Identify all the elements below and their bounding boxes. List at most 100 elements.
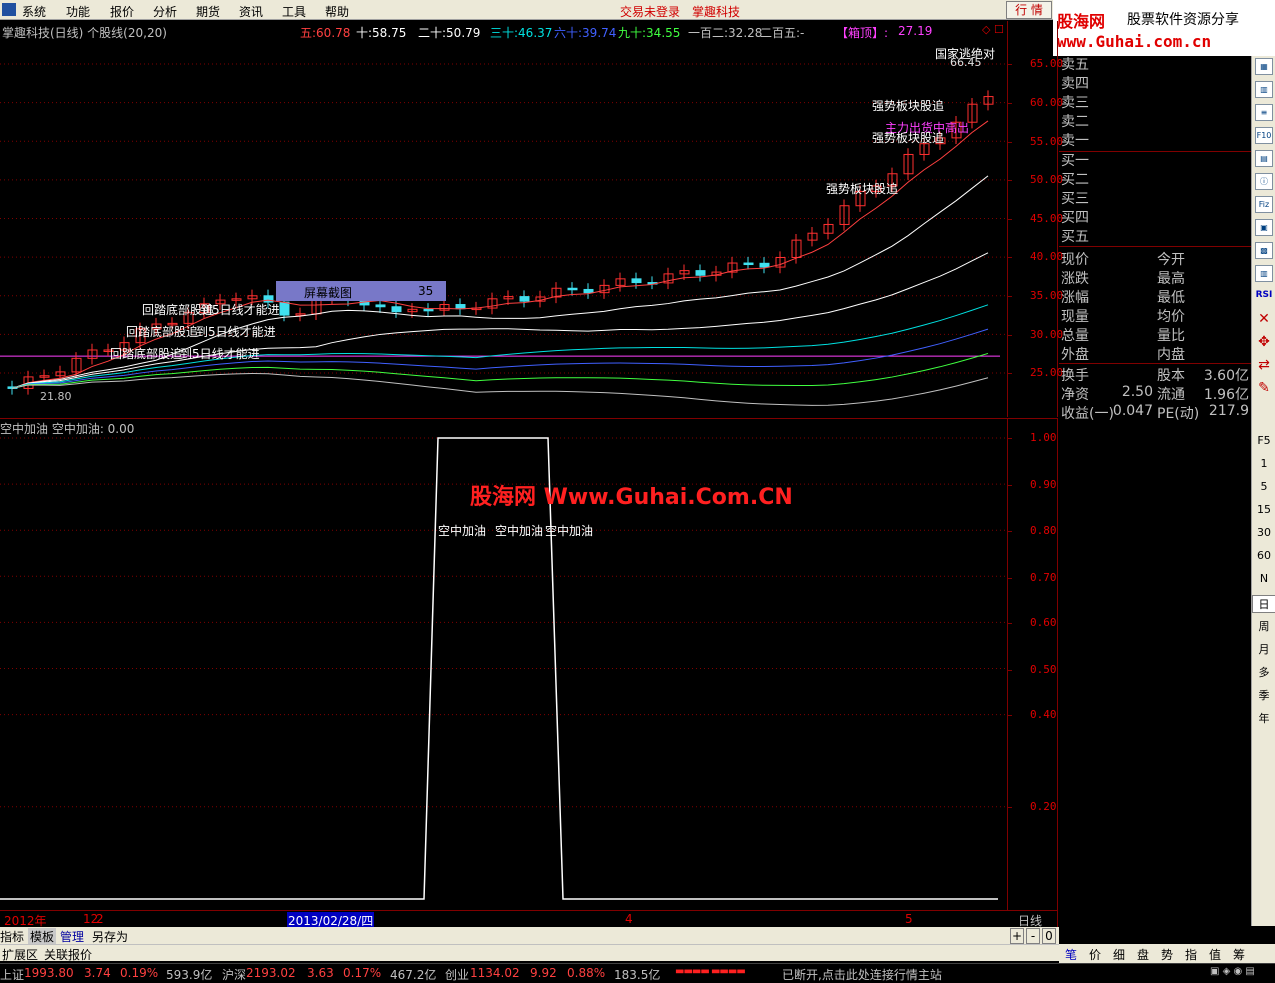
grid-icon[interactable]: ▩ xyxy=(1255,242,1273,259)
period-button-9[interactable]: 月 xyxy=(1252,641,1275,657)
period-button-0[interactable]: F5 xyxy=(1252,434,1275,447)
period-button-6[interactable]: N xyxy=(1252,572,1275,585)
period-button-11[interactable]: 季 xyxy=(1252,687,1275,703)
menu-tools[interactable]: 工具 xyxy=(282,3,306,20)
related-quote-tab[interactable]: 关联报价 xyxy=(44,946,92,963)
info-icon[interactable]: ⓘ xyxy=(1255,173,1273,190)
list-icon[interactable]: ≡ xyxy=(1255,104,1273,121)
annotation-ma5-2: 到5日线才能进 xyxy=(196,325,276,339)
detail-tab-2[interactable]: 细 xyxy=(1113,946,1125,963)
detail-tab-3[interactable]: 盘 xyxy=(1137,946,1149,963)
chart-icon[interactable]: ▦ xyxy=(1255,58,1273,75)
detail-tab-0[interactable]: 笔 xyxy=(1065,946,1077,963)
status-icons: ▣ ◈ ◉ ▤ xyxy=(1210,966,1255,977)
trade-login-status[interactable]: 交易未登录 xyxy=(620,3,680,20)
order-bid-3: 买三 xyxy=(1061,191,1089,207)
exchange-icon[interactable]: ⇄ xyxy=(1252,357,1275,373)
menu-futures[interactable]: 期货 xyxy=(196,3,220,20)
quote-label: 最低 xyxy=(1157,290,1185,306)
screenshot-tooltip-label: 屏幕截图 xyxy=(304,286,353,300)
quote-label: 股本 xyxy=(1157,368,1185,384)
right-toolbar: ▦ ▥ ≡ F10 ▤ ⓘ Fiz ▣ ▩ ▥ RSI ✕ ✥ ⇄ ✎ F5 1 5 15 30 60 N 日周月多季年 xyxy=(1251,56,1275,926)
period-button-2[interactable]: 5 xyxy=(1252,480,1275,493)
ext-area-tab[interactable]: 扩展区 xyxy=(2,946,38,963)
sz-index-label: 沪深 xyxy=(222,968,247,982)
logo-slogan: 股票软件资源分享 xyxy=(1127,12,1239,28)
indicator-axis: 1.00 0.90 0.80 0.70 0.60 0.50 0.40 0.20 xyxy=(1008,418,1058,910)
detail-tab-6[interactable]: 值 xyxy=(1209,946,1221,963)
menu-quote[interactable]: 报价 xyxy=(110,3,134,20)
detail-tab-4[interactable]: 势 xyxy=(1161,946,1173,963)
order-bid-1: 买一 xyxy=(1061,153,1089,169)
sh-index-price: 1993.80 xyxy=(24,966,74,980)
screen-icon[interactable]: ▣ xyxy=(1255,219,1273,236)
indicator-chart[interactable]: 空中加油 空中加油: 0.00 股海网 Www.Guhai.Com.CN 空中加… xyxy=(0,418,1008,910)
bar-chart-icon[interactable]: ▥ xyxy=(1255,81,1273,98)
detail-tab-5[interactable]: 指 xyxy=(1185,946,1197,963)
zoom-out-button[interactable]: - xyxy=(1026,928,1040,944)
period-button-12[interactable]: 年 xyxy=(1252,710,1275,726)
sz-index-amount: 467.2亿 xyxy=(390,968,437,982)
indicator-axis-label: 0.90 xyxy=(1030,478,1057,491)
low-price-label: 21.80 xyxy=(40,390,72,403)
zoom-in-button[interactable]: + xyxy=(1010,928,1024,944)
fiz-icon[interactable]: Fiz xyxy=(1255,196,1273,213)
quote-value: 2.50 xyxy=(1121,384,1153,400)
tab-indicator[interactable]: 指标 xyxy=(0,928,24,945)
candle-icon[interactable]: ▥ xyxy=(1255,265,1273,282)
cross-icon[interactable]: ✕ xyxy=(1252,311,1275,327)
move-icon[interactable]: ✥ xyxy=(1252,334,1275,350)
price-axis-tick xyxy=(1008,373,1012,374)
candle-body xyxy=(567,287,578,291)
extension-bar: 扩展区 关联报价 xyxy=(0,944,1059,963)
indicator-axis-label: 1.00 xyxy=(1030,431,1057,444)
status-bar: 上证 1993.80 3.74 0.19% 593.9亿 沪深 2193.02 … xyxy=(0,963,1275,982)
order-bid-4: 买四 xyxy=(1061,210,1089,226)
indicator-axis-tick xyxy=(1008,438,1012,439)
sz-index-change: 3.63 xyxy=(307,966,334,980)
tab-template[interactable]: 模板 xyxy=(28,928,57,945)
detail-tab-7[interactable]: 筹 xyxy=(1233,946,1245,963)
tab-save-as[interactable]: 另存为 xyxy=(92,928,128,945)
annotation-pullback-3: 回踏底部股追 xyxy=(110,347,183,361)
rsi-icon[interactable]: RSI xyxy=(1252,290,1275,300)
quote-label: 现量 xyxy=(1061,309,1089,325)
news-icon[interactable]: ▤ xyxy=(1255,150,1273,167)
menu-help[interactable]: 帮助 xyxy=(325,3,349,20)
period-button-4[interactable]: 30 xyxy=(1252,526,1275,539)
sh-index-change: 3.74 xyxy=(84,966,111,980)
period-button-8[interactable]: 周 xyxy=(1252,618,1275,634)
candle-body xyxy=(759,262,770,268)
indicator-axis-tick xyxy=(1008,807,1012,808)
logo-url: www.Guhai.com.cn xyxy=(1057,32,1212,51)
menu-news[interactable]: 资讯 xyxy=(239,3,263,20)
quote-value: 3.60亿 xyxy=(1203,368,1249,384)
connection-status[interactable]: 已断开,点击此处连接行情主站 xyxy=(782,966,942,983)
menu-analysis[interactable]: 分析 xyxy=(153,3,177,20)
indicator-axis-label: 0.60 xyxy=(1030,616,1057,629)
menu-system[interactable]: 系统 xyxy=(22,3,46,20)
period-button-10[interactable]: 多 xyxy=(1252,664,1275,680)
detail-tab-1[interactable]: 价 xyxy=(1089,946,1101,963)
period-box[interactable]: 日线 xyxy=(1008,910,1058,928)
quote-label: 总量 xyxy=(1061,328,1089,344)
detail-tabs: 笔价细盘势指值筹 xyxy=(1059,944,1275,963)
menu-function[interactable]: 功能 xyxy=(66,3,90,20)
market-breadth-icon: ▬▬▬▬ ▬▬▬▬ xyxy=(675,966,746,977)
indicator-axis-tick xyxy=(1008,715,1012,716)
period-button-1[interactable]: 1 xyxy=(1252,457,1275,470)
main-candlestick-chart[interactable]: 国家逃绝对 66.45 强势板块股追 主力出货中高出 强势板块股追 强势板块股追… xyxy=(0,21,1008,417)
order-ask-1: 卖一 xyxy=(1061,133,1089,149)
zoom-reset-button[interactable]: 0 xyxy=(1042,928,1056,944)
pen-icon[interactable]: ✎ xyxy=(1252,380,1275,396)
period-button-5[interactable]: 60 xyxy=(1252,549,1275,562)
quote-divider xyxy=(1059,246,1251,247)
annotation-refuel-2: 空中加油 xyxy=(495,524,544,538)
period-button-3[interactable]: 15 xyxy=(1252,503,1275,516)
tab-manage[interactable]: 管理 xyxy=(60,928,84,945)
quote-mode-button[interactable]: 行 情 xyxy=(1006,1,1052,19)
sh-index-pct: 0.19% xyxy=(120,966,159,980)
quote-label: 流通 xyxy=(1157,387,1185,403)
period-button-7[interactable]: 日 xyxy=(1252,595,1275,613)
f10-icon[interactable]: F10 xyxy=(1255,127,1273,144)
